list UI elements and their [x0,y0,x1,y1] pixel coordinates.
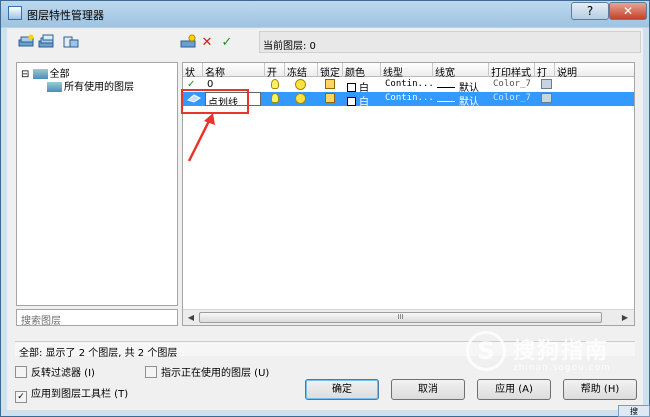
annotation-arrow-icon [187,113,215,162]
help-button[interactable]: ? [571,2,609,20]
linetype-cell[interactable]: Contin... [383,92,436,106]
lineweight-cell[interactable]: 默认 [435,92,481,106]
unlock-icon[interactable] [323,78,337,92]
color-swatch-icon [347,83,356,92]
scroll-right-icon[interactable]: ▶ [619,312,631,323]
watermark-glyph: S [466,331,506,371]
grid-header: 状 名称 开 冻结 锁定 颜色 线型 线宽 打印样式 打 说明 [183,63,634,77]
sun-thaw-icon[interactable] [293,92,308,106]
search-layers-input[interactable]: 搜索图层 [16,309,178,327]
current-layer-label: 当前图层: 0 [259,31,641,53]
col-on[interactable]: 开 [265,63,285,77]
taskbar-item[interactable]: 搜 [618,405,650,417]
layer-grid[interactable]: 状 名称 开 冻结 锁定 颜色 线型 线宽 打印样式 打 说明 ✓ 0 白 Co… [182,62,635,326]
color-name: 白 [359,97,369,106]
checkbox-box[interactable] [145,366,157,378]
col-name[interactable]: 名称 [203,63,265,77]
apply-toolbar-label: 应用到图层工具栏 (T) [31,389,129,400]
new-filter-icon[interactable] [17,34,37,52]
layer-row[interactable]: ✓ 0 白 Contin... 默认 Color_7 [183,78,634,92]
lineweight-value: 默认 [459,97,479,106]
set-current-icon[interactable]: ✓ [217,34,237,52]
plotstyle-cell[interactable]: Color_7 [491,78,533,92]
layer-manager-window: 图层特性管理器 ? ✕ ✕ ✓ 当前图层: 0 ⊟ 全部 所有使用的图层 搜索图… [0,0,650,417]
printer-icon[interactable] [539,78,554,92]
filter-tree[interactable]: ⊟ 全部 所有使用的图层 [16,62,178,306]
layer-row-selected[interactable]: 点划线 白 Contin... 默认 Color_7 [183,92,634,106]
line-sample-icon [437,101,455,102]
watermark-logo: S 搜狗指南 zhinan.sogou.com [466,331,636,376]
tree-item-all[interactable]: ⊟ 全部 [21,65,70,80]
color-cell[interactable]: 白 [345,78,371,92]
col-lock[interactable]: 锁定 [318,63,343,77]
unlock-icon[interactable] [323,92,337,106]
line-sample-icon [437,87,455,88]
printer-icon[interactable] [539,92,554,106]
lineweight-value: 默认 [459,83,479,92]
lineweight-cell[interactable]: 默认 [435,78,481,92]
ok-button[interactable]: 确定 [305,379,379,400]
app-icon [8,6,22,20]
col-freeze[interactable]: 冻结 [285,63,318,77]
col-description[interactable]: 说明 [555,63,634,77]
help-dialog-button[interactable]: 帮助 (H) [563,379,637,400]
horizontal-scrollbar[interactable]: ◀ III ▶ [183,309,634,325]
title-bar[interactable]: 图层特性管理器 ? ✕ [1,1,649,27]
color-name: 白 [359,83,369,92]
layer-stack-icon [32,69,48,79]
new-group-filter-icon[interactable] [37,34,57,52]
layer-states-icon[interactable] [61,34,81,52]
layer-filter-icon [47,82,62,92]
scroll-thumb[interactable]: III [199,312,602,323]
linetype-cell[interactable]: Contin... [383,78,436,92]
color-swatch-icon [347,97,356,106]
indicate-in-use-label: 指示正在使用的图层 (U) [161,368,270,379]
col-status[interactable]: 状 [183,63,203,77]
col-lineweight[interactable]: 线宽 [433,63,489,77]
sun-thaw-icon[interactable] [293,78,308,92]
invert-filter-checkbox[interactable]: 反转过滤器 (I) [15,364,95,379]
scroll-left-icon[interactable]: ◀ [185,312,197,323]
checkbox-box[interactable] [15,366,27,378]
apply-toolbar-checkbox[interactable]: ✓ 应用到图层工具栏 (T) [15,385,129,403]
indicate-in-use-checkbox[interactable]: 指示正在使用的图层 (U) [145,364,270,379]
delete-layer-icon[interactable]: ✕ [197,34,217,52]
new-layer-icon[interactable] [179,34,199,52]
bulb-on-icon[interactable] [269,92,281,106]
apply-button[interactable]: 应用 (A) [477,379,551,400]
checkbox-checked-icon[interactable]: ✓ [15,391,27,403]
watermark-text: 搜狗指南 [513,339,610,364]
col-color[interactable]: 颜色 [343,63,381,77]
watermark-subtext: zhinan.sogou.com [513,363,611,373]
window-title: 图层特性管理器 [27,9,104,22]
color-cell[interactable]: 白 [345,92,371,106]
col-linetype[interactable]: 线型 [381,63,433,77]
tree-collapse-icon[interactable]: ⊟ [21,69,29,80]
tree-child-label: 所有使用的图层 [64,82,134,93]
col-plot[interactable]: 打 [535,63,555,77]
bulb-on-icon[interactable] [269,78,281,92]
cancel-button[interactable]: 取消 [391,379,465,400]
invert-filter-label: 反转过滤器 (I) [31,368,95,379]
close-button[interactable]: ✕ [609,2,647,20]
col-plotstyle[interactable]: 打印样式 [489,63,535,77]
tree-item-used-layers[interactable]: 所有使用的图层 [47,78,134,93]
plotstyle-cell[interactable]: Color_7 [491,92,533,106]
